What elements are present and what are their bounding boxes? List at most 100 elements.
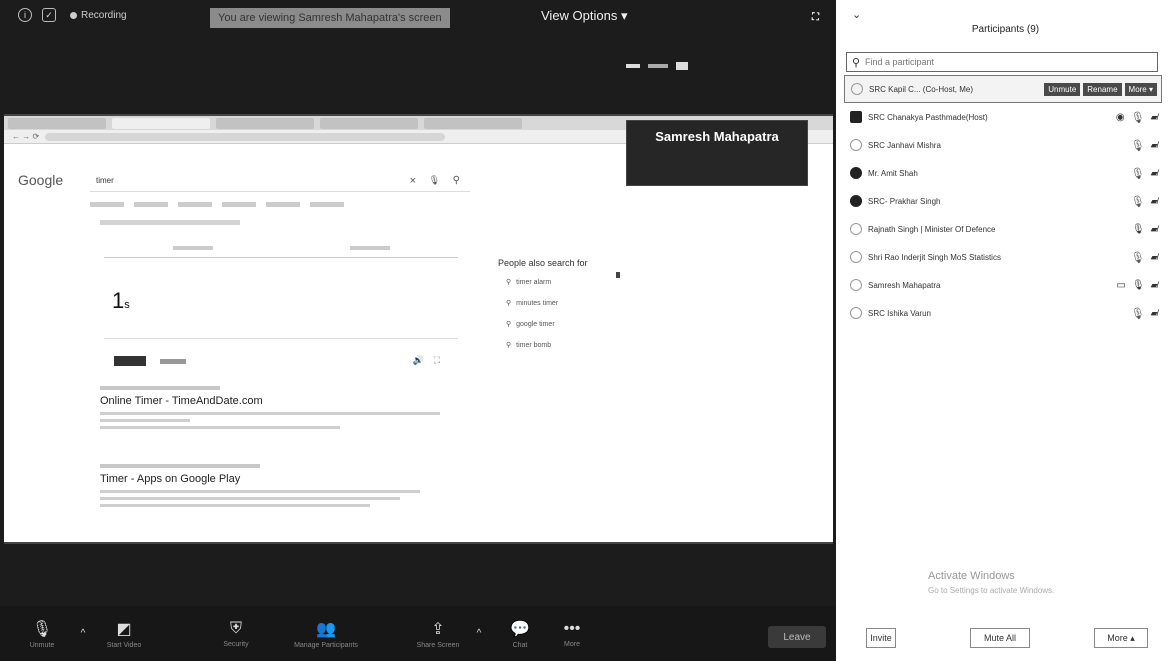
audio-options-chevron-icon[interactable]: ^ — [68, 606, 98, 661]
chat-button[interactable]: 💬 Chat — [494, 606, 546, 661]
result-stats — [100, 220, 240, 225]
search-icon: ⚲ — [506, 300, 512, 307]
participant-list: SRC Kapil C... (Co-Host, Me) Unmute Rena… — [844, 75, 1162, 327]
browser-tab — [112, 117, 210, 129]
participant-row[interactable]: SRC Ishika Varun 🎙 ▰/ — [844, 299, 1162, 327]
participant-status: ◉ 🎙 ▰/ — [1115, 103, 1159, 131]
result-snippet — [100, 426, 340, 429]
browser-tab — [424, 117, 522, 129]
participant-more-button[interactable]: More ▾ — [1124, 82, 1157, 96]
mouse-cursor-icon — [616, 272, 620, 278]
unmute-button[interactable]: 🎙 Unmute — [16, 606, 68, 661]
video-off-icon: ▰/ — [1150, 167, 1159, 178]
people-also-search-item: ⚲ minutes timer — [506, 299, 608, 308]
google-search-box: timer × 🎙 ⚲ — [90, 170, 470, 192]
participant-row[interactable]: SRC Kapil C... (Co-Host, Me) Unmute Rena… — [844, 75, 1162, 103]
rename-button[interactable]: Rename — [1083, 82, 1122, 96]
result-snippet — [100, 497, 400, 500]
result-title: Online Timer - TimeAndDate.com — [100, 395, 263, 407]
mic-icon: 🎙 — [1131, 279, 1145, 291]
participant-name: SRC- Prakhar Singh — [868, 196, 941, 206]
timer-start-button — [114, 356, 146, 366]
shield-icon: ⛨ — [229, 619, 242, 637]
video-off-icon: ▰/ — [1150, 279, 1159, 290]
participant-search[interactable]: ⚲ — [846, 52, 1158, 72]
stopwatch-tab — [349, 246, 390, 250]
activate-windows-subtitle: Go to Settings to activate Windows. — [928, 586, 1055, 595]
invite-button[interactable]: Invite — [866, 628, 896, 648]
timer-icons: 🔊⛶ — [412, 355, 450, 365]
mute-all-button[interactable]: Mute All — [970, 628, 1030, 648]
control-pill[interactable] — [648, 64, 668, 68]
recording-label: Recording — [81, 9, 127, 21]
screen-share-icon: ▭ — [1116, 279, 1126, 291]
mic-muted-icon: 🎙 — [1130, 195, 1145, 208]
fullscreen-icon[interactable]: ⛶ — [812, 12, 819, 23]
security-button[interactable]: ⛨ Security — [210, 606, 262, 661]
mic-icon: 🎙 — [428, 175, 440, 185]
mic-muted-icon: 🎙 — [1130, 167, 1145, 180]
video-off-icon: ▰/ — [1150, 195, 1159, 206]
more-button[interactable]: ••• More — [546, 606, 598, 661]
share-options-chevron-icon[interactable]: ^ — [464, 606, 494, 661]
leave-button[interactable]: Leave — [768, 626, 826, 648]
shield-icon[interactable]: ✓ — [42, 8, 56, 22]
people-item-label: timer bomb — [516, 341, 552, 349]
avatar — [850, 251, 862, 263]
avatar — [850, 139, 862, 151]
chevron-down-icon[interactable]: ⌄ — [852, 8, 861, 21]
restore-icon[interactable] — [676, 62, 688, 70]
manage-participants-label: Manage Participants — [294, 641, 358, 649]
video-off-icon: ▰/ — [1150, 307, 1159, 318]
recording-icon: ◉ — [1115, 111, 1125, 123]
participant-status: 🎙 ▰/ — [1130, 187, 1159, 215]
timer-widget: 1s 🔊⛶ — [104, 242, 458, 392]
video-off-icon: ◩ — [116, 620, 132, 638]
timer-number: 1 — [112, 288, 125, 313]
video-off-icon: ▰/ — [1150, 139, 1159, 150]
panel-footer: Invite Mute All More ▴ — [836, 618, 1175, 652]
result-snippet — [100, 412, 440, 415]
minimize-icon[interactable] — [626, 64, 640, 68]
timer-tab — [172, 246, 213, 250]
info-icon[interactable]: i — [18, 8, 32, 22]
participant-row[interactable]: Shri Rao Inderjit Singh MoS Statistics 🎙… — [844, 243, 1162, 271]
screen-share-controls — [626, 62, 688, 70]
unmute-label: Unmute — [29, 641, 55, 649]
mic-muted-icon: 🎙 — [1130, 111, 1145, 124]
participant-row[interactable]: Samresh Mahapatra ▭ 🎙 ▰/ — [844, 271, 1162, 299]
panel-title: Participants (9) — [971, 24, 1040, 35]
share-screen-label: Share Screen — [416, 641, 460, 649]
active-speaker-tile[interactable]: Samresh Mahapatra — [626, 120, 808, 186]
people-also-search-item: ⚲ timer bomb — [506, 341, 608, 350]
avatar — [850, 307, 862, 319]
share-screen-icon: ⇪ — [431, 620, 445, 638]
zoom-window: i ✓ Recording You are viewing Samresh Ma… — [0, 0, 1175, 661]
participant-search-input[interactable] — [865, 57, 1145, 67]
participant-actions: Unmute Rename More ▾ — [1044, 82, 1157, 96]
avatar — [851, 83, 863, 95]
nav-arrows-icon: ← → ⟳ — [12, 132, 40, 141]
participant-row[interactable]: Rajnath Singh | Minister Of Defence 🎙 ▰/ — [844, 215, 1162, 243]
panel-more-button[interactable]: More ▴ — [1094, 628, 1148, 648]
result-snippet — [100, 490, 420, 493]
participant-row[interactable]: SRC Janhavi Mishra 🎙 ▰/ — [844, 131, 1162, 159]
participant-row[interactable]: Mr. Amit Shah 🎙 ▰/ — [844, 159, 1162, 187]
panel-header: ⌄ Participants (9) — [836, 0, 1175, 38]
unmute-participant-button[interactable]: Unmute — [1044, 82, 1081, 96]
tab-placeholder — [266, 202, 300, 207]
browser-tab — [8, 117, 106, 129]
start-video-button[interactable]: ◩ Start Video — [98, 606, 150, 661]
manage-participants-button[interactable]: 👥 Manage Participants — [276, 606, 376, 661]
view-options-button[interactable]: View Options ▾ — [541, 8, 628, 24]
participant-name: Shri Rao Inderjit Singh MoS Statistics — [868, 252, 1001, 262]
participant-row[interactable]: SRC- Prakhar Singh 🎙 ▰/ — [844, 187, 1162, 215]
mic-muted-icon: 🎙 — [1130, 307, 1145, 320]
people-also-search-item: ⚲ google timer — [506, 320, 608, 329]
share-screen-button[interactable]: ⇪ Share Screen — [412, 606, 464, 661]
search-icon: ⚲ — [452, 175, 460, 186]
participant-row[interactable]: SRC Chanakya Pasthmade(Host) ◉ 🎙 ▰/ — [844, 103, 1162, 131]
result-cite — [100, 386, 220, 390]
result-snippet — [100, 419, 190, 422]
video-off-icon: ▰/ — [1150, 223, 1159, 234]
